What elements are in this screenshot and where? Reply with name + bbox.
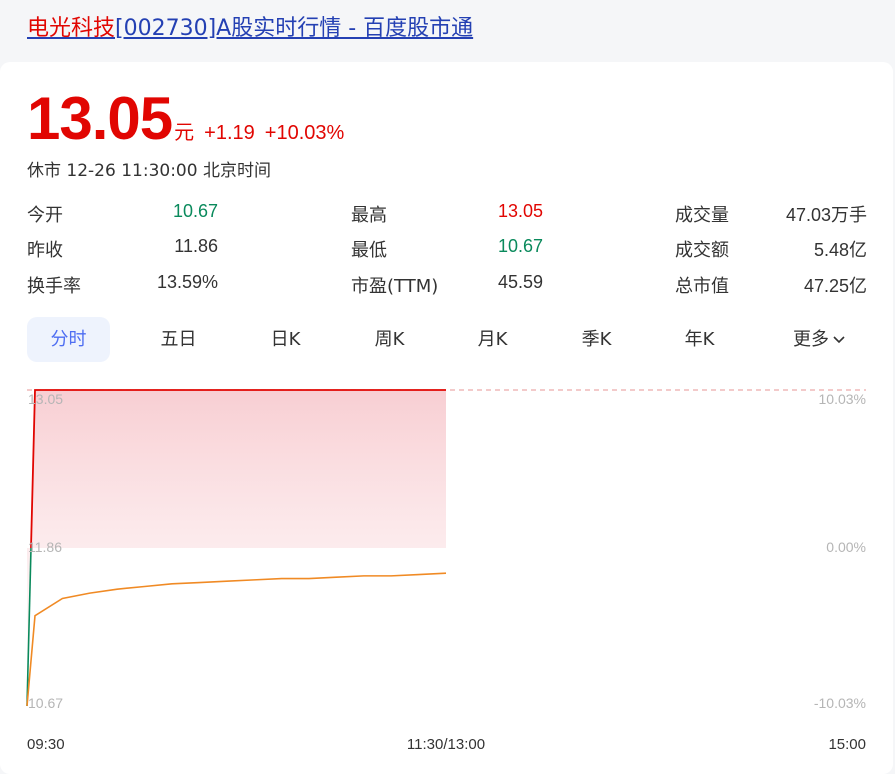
price-area xyxy=(27,390,446,706)
x-tick-label: 15:00 xyxy=(828,736,866,753)
y-right-tick-label: 0.00% xyxy=(826,539,866,555)
intraday-chart: 13.05 11.86 10.67 10.03% 0.00% -10.03% 0… xyxy=(26,389,866,753)
y-left-tick-label: 10.67 xyxy=(28,695,63,711)
y-left-tick-label: 13.05 xyxy=(28,391,63,407)
y-right-tick-label: 10.03% xyxy=(819,391,866,407)
y-right-tick-label: -10.03% xyxy=(814,695,866,711)
y-left-tick-label: 11.86 xyxy=(28,539,62,555)
x-tick-label: 11:30/13:00 xyxy=(407,736,485,753)
x-tick-label: 09:30 xyxy=(27,736,65,753)
average-price-line xyxy=(26,572,447,707)
